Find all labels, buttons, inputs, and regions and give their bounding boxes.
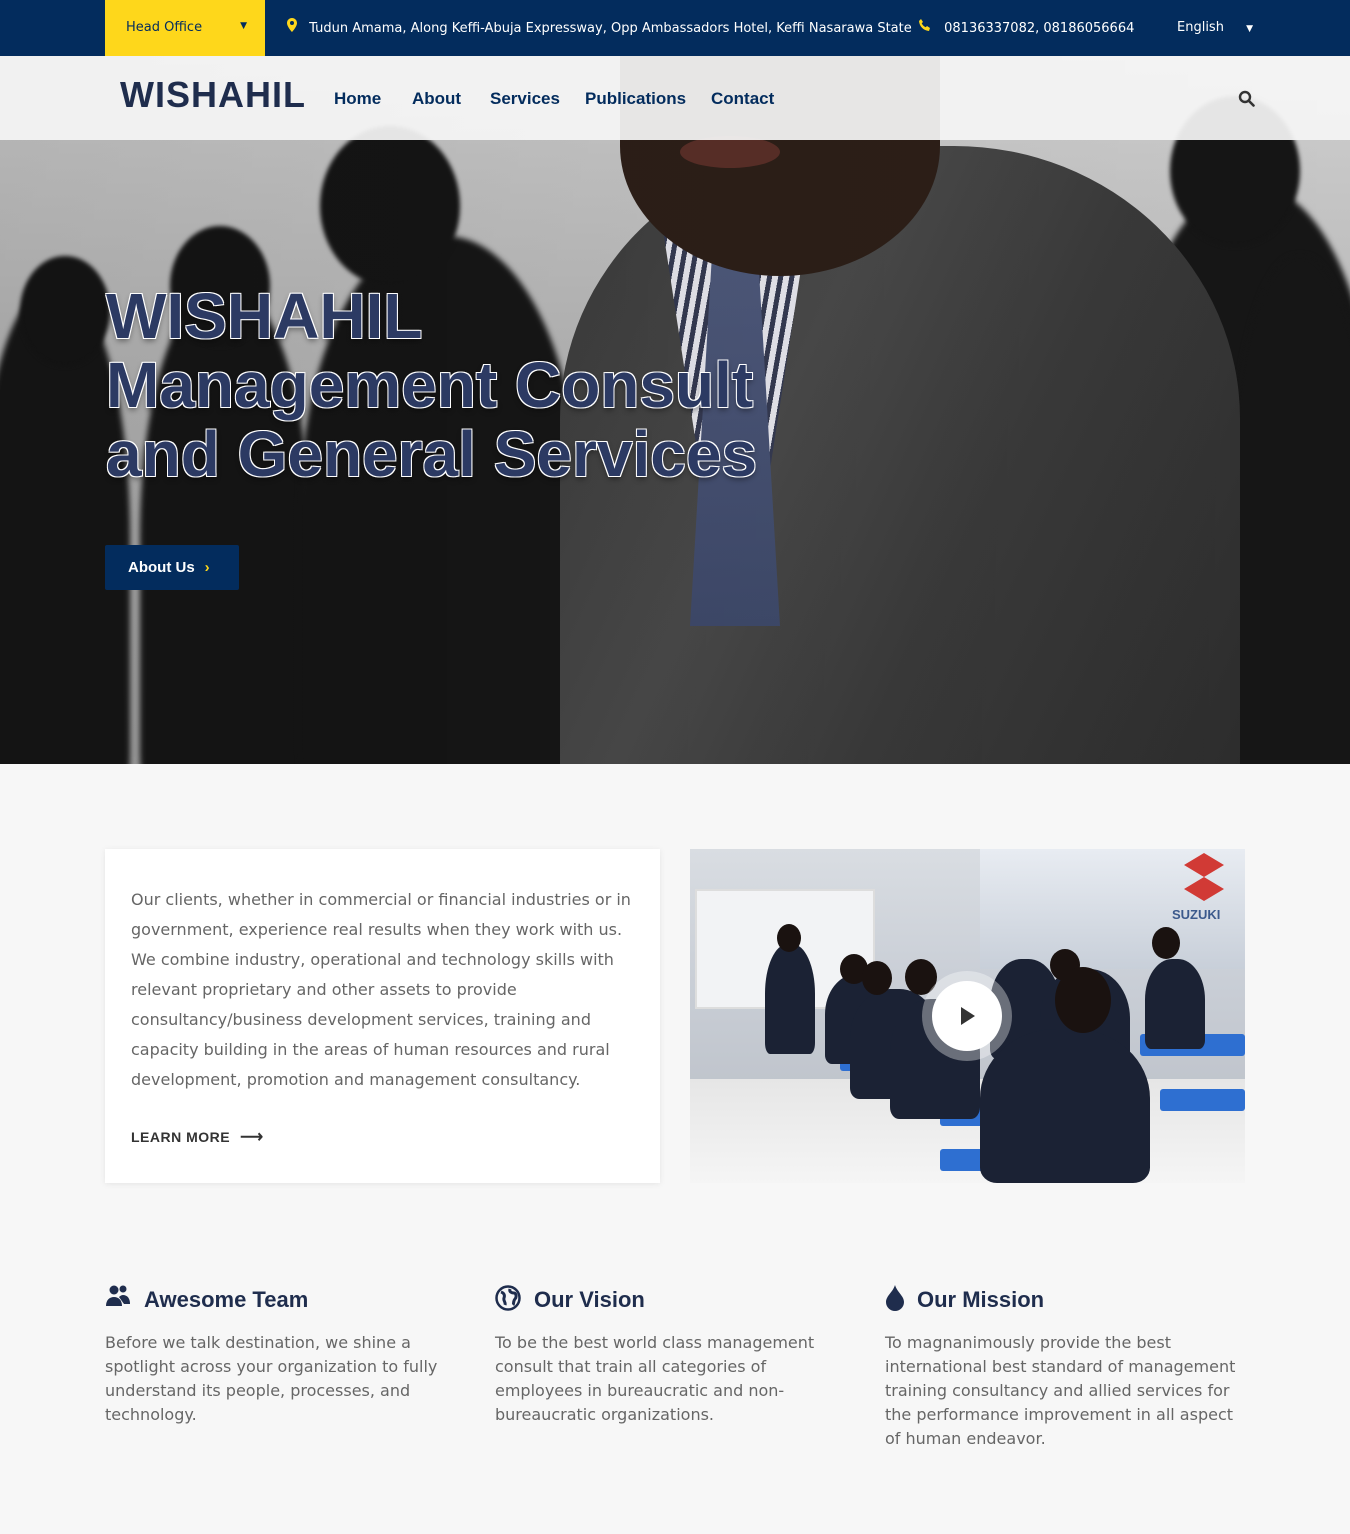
nav-contact[interactable]: Contact [711, 89, 774, 109]
address-text: Tudun Amama, Along Keffi-Abuja Expresswa… [309, 21, 912, 36]
office-selector[interactable]: Head Office ▼ [105, 0, 265, 56]
language-label: English [1177, 20, 1224, 35]
globe-icon [495, 1285, 521, 1311]
hero-title-line: Management Consult [106, 349, 754, 421]
feature-title: Awesome Team [144, 1287, 309, 1312]
arrow-right-icon: ⟶ [240, 1129, 264, 1146]
feature-title: Our Mission [917, 1287, 1045, 1312]
about-us-button[interactable]: About Us › [105, 545, 239, 590]
person-head [1152, 927, 1180, 959]
hero-title-line: and General Services [106, 418, 758, 490]
feature-title: Our Vision [534, 1287, 645, 1312]
person-head [1055, 967, 1111, 1033]
search-icon[interactable] [1238, 90, 1255, 107]
caret-down-icon: ▼ [240, 21, 247, 31]
phone-icon [918, 18, 932, 36]
student [1145, 959, 1205, 1049]
nav-services[interactable]: Services [490, 89, 560, 109]
caret-down-icon: ▼ [1246, 24, 1254, 34]
play-button[interactable] [922, 971, 1012, 1061]
language-selector[interactable]: English ▼ [1177, 20, 1253, 35]
phone: 08136337082, 08186056664 [918, 18, 1134, 36]
intro-card: Our clients, whether in commercial or fi… [105, 849, 660, 1183]
phone-text: 08136337082, 08186056664 [944, 21, 1135, 36]
nav-about[interactable]: About [412, 89, 461, 109]
nav-publications[interactable]: Publications [585, 89, 686, 109]
nav-home[interactable]: Home [334, 89, 381, 109]
video-thumbnail[interactable]: SUZUKI [690, 849, 1245, 1183]
feature-text: Before we talk destination, we shine a s… [105, 1333, 438, 1424]
desk [1160, 1089, 1245, 1111]
office-label: Head Office [126, 20, 203, 35]
brand-label: SUZUKI [1172, 907, 1221, 922]
play-button-inner [932, 981, 1002, 1051]
teacher [765, 944, 815, 1054]
feature-text: To magnanimously provide the best intern… [885, 1333, 1236, 1448]
top-bar: Head Office ▼ Tudun Amama, Along Keffi-A… [0, 0, 1350, 56]
about-us-label: About Us [128, 559, 195, 576]
student [980, 1029, 1150, 1183]
play-icon [961, 1007, 975, 1025]
intro-text: Our clients, whether in commercial or fi… [131, 890, 631, 1089]
address: Tudun Amama, Along Keffi-Abuja Expresswa… [287, 18, 912, 36]
team-icon [105, 1285, 131, 1311]
person-head [862, 961, 892, 995]
drop-icon [885, 1285, 911, 1311]
feature-text: To be the best world class management co… [495, 1333, 815, 1424]
chevron-right-icon: › [204, 559, 210, 576]
person-head [777, 924, 801, 952]
main-navbar: WISHAHIL Home About Services Publication… [0, 56, 1350, 140]
site-logo[interactable]: WISHAHIL [120, 74, 306, 116]
hero-title-line: WISHAHIL [106, 280, 423, 352]
learn-more-link[interactable]: LEARN MORE ⟶ [131, 1127, 264, 1147]
learn-more-label: LEARN MORE [131, 1129, 231, 1145]
map-pin-icon [287, 18, 297, 36]
hero-title: WISHAHIL Management Consult and General … [106, 282, 866, 489]
